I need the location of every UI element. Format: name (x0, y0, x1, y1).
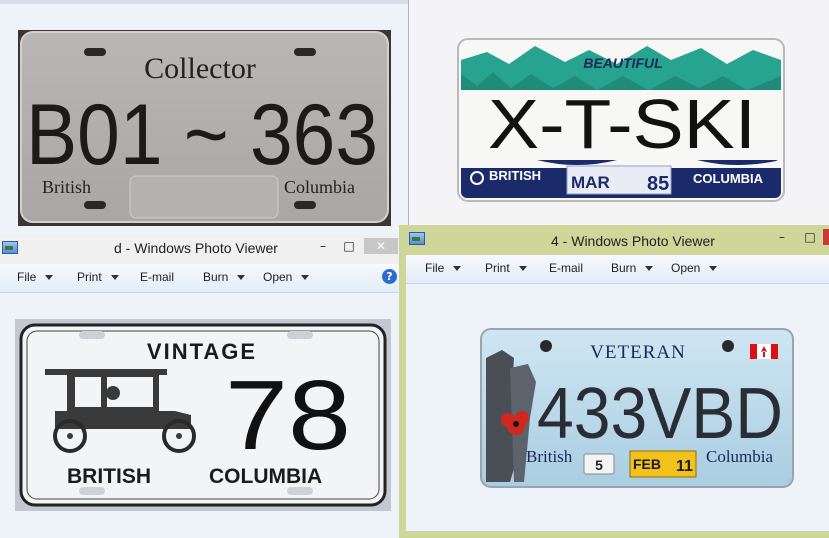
ski-plate-top-text: BEAUTIFUL (583, 55, 662, 71)
print-dropdown-arrow-icon (518, 266, 527, 272)
window-title: 4 - Windows Photo Viewer (551, 233, 715, 249)
close-button[interactable] (823, 229, 829, 245)
burn-dropdown-arrow-icon (237, 275, 246, 281)
burn-dropdown-arrow-icon (645, 266, 654, 272)
title-bar[interactable]: d - Windows Photo Viewer – □ ✕ (0, 234, 401, 264)
ski-plate-right-text: COLUMBIA (693, 171, 764, 186)
email-menu[interactable]: E-mail (140, 270, 174, 284)
veteran-plate-sticker-number: 5 (595, 457, 603, 473)
veteran-plate-right-text: Columbia (706, 447, 774, 466)
minimize-button[interactable]: – (312, 238, 334, 254)
open-dropdown-arrow-icon (301, 275, 310, 281)
canada-flag-icon (750, 344, 778, 359)
photo-viewer-window-d[interactable]: d - Windows Photo Viewer – □ ✕ File Prin… (0, 234, 401, 538)
ski-plate-number: X-T-SKI (488, 85, 756, 163)
photo-viewer-window-4[interactable]: 4 - Windows Photo Viewer – □ File Print … (399, 225, 829, 538)
vintage-plate-right-text: COLUMBIA (209, 465, 322, 488)
collector-plate-number: B01 ~ 363 (26, 87, 378, 183)
collector-plate-top-text: Collector (144, 52, 256, 85)
open-menu[interactable]: Open (263, 270, 310, 284)
burn-menu[interactable]: Burn (203, 270, 246, 284)
close-button[interactable]: ✕ (364, 238, 398, 254)
file-menu[interactable]: File (17, 270, 54, 284)
veteran-plate-month: FEB (633, 456, 661, 472)
window-title: d - Windows Photo Viewer (114, 240, 278, 256)
maximize-button[interactable]: □ (799, 229, 821, 245)
veteran-plate-number: 433VBD (537, 374, 783, 454)
ski-plate-image: BEAUTIFUL X-T-SKI BRITISH MAR 85 COLUMBI… (457, 38, 785, 202)
ski-plate-year: 85 (647, 173, 669, 195)
file-dropdown-arrow-icon (453, 266, 462, 272)
collector-plate-right-text: Columbia (284, 177, 355, 197)
ski-plate-month: MAR (571, 173, 610, 192)
title-bar[interactable]: 4 - Windows Photo Viewer – □ (399, 225, 829, 255)
veteran-plate-year: 11 (676, 458, 693, 475)
open-dropdown-arrow-icon (709, 266, 718, 272)
top-right-photo-area: BEAUTIFUL X-T-SKI BRITISH MAR 85 COLUMBI… (409, 0, 829, 226)
burn-menu[interactable]: Burn (611, 261, 654, 275)
menu-bar: File Print E-mail Burn Open ? (0, 264, 401, 293)
print-dropdown-arrow-icon (110, 275, 119, 281)
photo-viewer-app-icon[interactable] (409, 232, 425, 245)
veteran-plate-image: VETERAN 433VBD British 5 FEB 11 Columbia (480, 328, 794, 488)
veteran-plate-left-text: British (526, 447, 573, 466)
vintage-plate-number: 78 (225, 360, 351, 470)
email-menu[interactable]: E-mail (549, 261, 583, 275)
collector-plate-image: Collector B01 ~ 363 British Columbia (18, 30, 391, 226)
maximize-button[interactable]: □ (338, 238, 360, 254)
file-menu[interactable]: File (425, 261, 462, 275)
veteran-plate-top-text: VETERAN (590, 342, 686, 363)
viewer-client-area: File Print E-mail Burn Open VETERAN 433V… (406, 255, 829, 531)
photo-viewer-app-icon[interactable] (2, 241, 18, 254)
print-menu[interactable]: Print (485, 261, 527, 275)
file-dropdown-arrow-icon (45, 275, 54, 281)
open-menu[interactable]: Open (671, 261, 718, 275)
vintage-plate-image: VINTAGE 78 BRITISH COLUMBIA (15, 319, 391, 511)
help-icon[interactable]: ? (382, 269, 397, 284)
vintage-plate-left-text: BRITISH (67, 465, 151, 488)
print-menu[interactable]: Print (77, 270, 119, 284)
top-left-photo-area: Collector B01 ~ 363 British Columbia (0, 0, 409, 232)
menu-bar: File Print E-mail Burn Open (406, 255, 829, 284)
ski-plate-left-text: BRITISH (489, 168, 541, 183)
collector-plate-left-text: British (42, 177, 91, 197)
minimize-button[interactable]: – (771, 229, 793, 245)
